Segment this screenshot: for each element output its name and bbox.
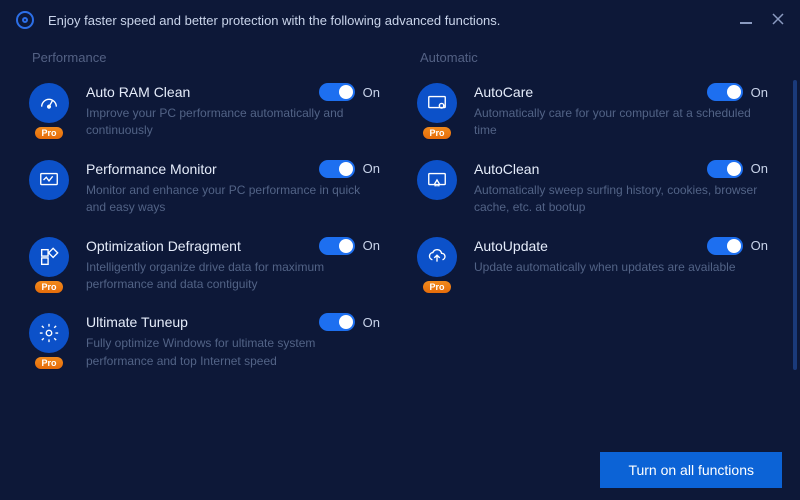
feature-title: Ultimate Tuneup — [86, 314, 188, 330]
screen-broom-icon — [417, 160, 457, 200]
gear-icon — [29, 313, 69, 353]
monitor-icon — [29, 160, 69, 200]
section-title-automatic: Automatic — [412, 50, 776, 65]
feature-performance-monitor: Performance Monitor On Monitor and enhan… — [24, 160, 388, 217]
feature-ultimate-tuneup: Pro Ultimate Tuneup On Fully optimize Wi… — [24, 313, 388, 370]
performance-column: Performance Pro Auto RAM Clean On Improv… — [24, 50, 400, 450]
toggle-performance-monitor[interactable] — [319, 160, 355, 178]
pro-badge: Pro — [423, 127, 450, 139]
feature-autoclean: AutoClean On Automatically sweep surfing… — [412, 160, 776, 217]
content-area: Performance Pro Auto RAM Clean On Improv… — [0, 40, 800, 450]
feature-title: Optimization Defragment — [86, 238, 241, 254]
footer: Turn on all functions — [582, 440, 800, 500]
feature-description: Update automatically when updates are av… — [474, 259, 768, 276]
gauge-icon — [29, 83, 69, 123]
feature-auto-ram-clean: Pro Auto RAM Clean On Improve your PC pe… — [24, 83, 388, 140]
window-controls — [740, 12, 784, 28]
pro-badge: Pro — [423, 281, 450, 293]
toggle-state-label: On — [751, 161, 768, 176]
feature-title: AutoUpdate — [474, 238, 548, 254]
toggle-ultimate-tuneup[interactable] — [319, 313, 355, 331]
feature-title: Auto RAM Clean — [86, 84, 190, 100]
feature-title: AutoClean — [474, 161, 539, 177]
pro-badge: Pro — [35, 127, 62, 139]
toggle-autoupdate[interactable] — [707, 237, 743, 255]
feature-description: Improve your PC performance automaticall… — [86, 105, 380, 140]
titlebar: Enjoy faster speed and better protection… — [0, 0, 800, 40]
window-title: Enjoy faster speed and better protection… — [48, 13, 740, 28]
scrollbar[interactable] — [793, 80, 797, 370]
feature-autocare: Pro AutoCare On Automatically care for y… — [412, 83, 776, 140]
minimize-button[interactable] — [740, 22, 752, 24]
automatic-column: Automatic Pro AutoCare On Automatically … — [400, 50, 776, 450]
feature-description: Intelligently organize drive data for ma… — [86, 259, 380, 294]
screen-gear-icon — [417, 83, 457, 123]
toggle-optimization-defragment[interactable] — [319, 237, 355, 255]
toggle-auto-ram-clean[interactable] — [319, 83, 355, 101]
cloud-update-icon — [417, 237, 457, 277]
toggle-autocare[interactable] — [707, 83, 743, 101]
defrag-icon — [29, 237, 69, 277]
feature-title: Performance Monitor — [86, 161, 217, 177]
feature-optimization-defragment: Pro Optimization Defragment On Intellige… — [24, 237, 388, 294]
toggle-state-label: On — [363, 85, 380, 100]
feature-description: Fully optimize Windows for ultimate syst… — [86, 335, 380, 370]
toggle-state-label: On — [751, 238, 768, 253]
feature-autoupdate: Pro AutoUpdate On Update automatically w… — [412, 237, 776, 293]
pro-badge: Pro — [35, 281, 62, 293]
toggle-state-label: On — [751, 85, 768, 100]
close-button[interactable] — [772, 12, 784, 28]
toggle-state-label: On — [363, 238, 380, 253]
feature-title: AutoCare — [474, 84, 533, 100]
app-logo-icon — [16, 11, 34, 29]
feature-description: Automatically sweep surfing history, coo… — [474, 182, 768, 217]
pro-badge: Pro — [35, 357, 62, 369]
toggle-autoclean[interactable] — [707, 160, 743, 178]
feature-description: Automatically care for your computer at … — [474, 105, 768, 140]
section-title-performance: Performance — [24, 50, 388, 65]
turn-on-all-button[interactable]: Turn on all functions — [600, 452, 782, 488]
toggle-state-label: On — [363, 161, 380, 176]
feature-description: Monitor and enhance your PC performance … — [86, 182, 380, 217]
toggle-state-label: On — [363, 315, 380, 330]
